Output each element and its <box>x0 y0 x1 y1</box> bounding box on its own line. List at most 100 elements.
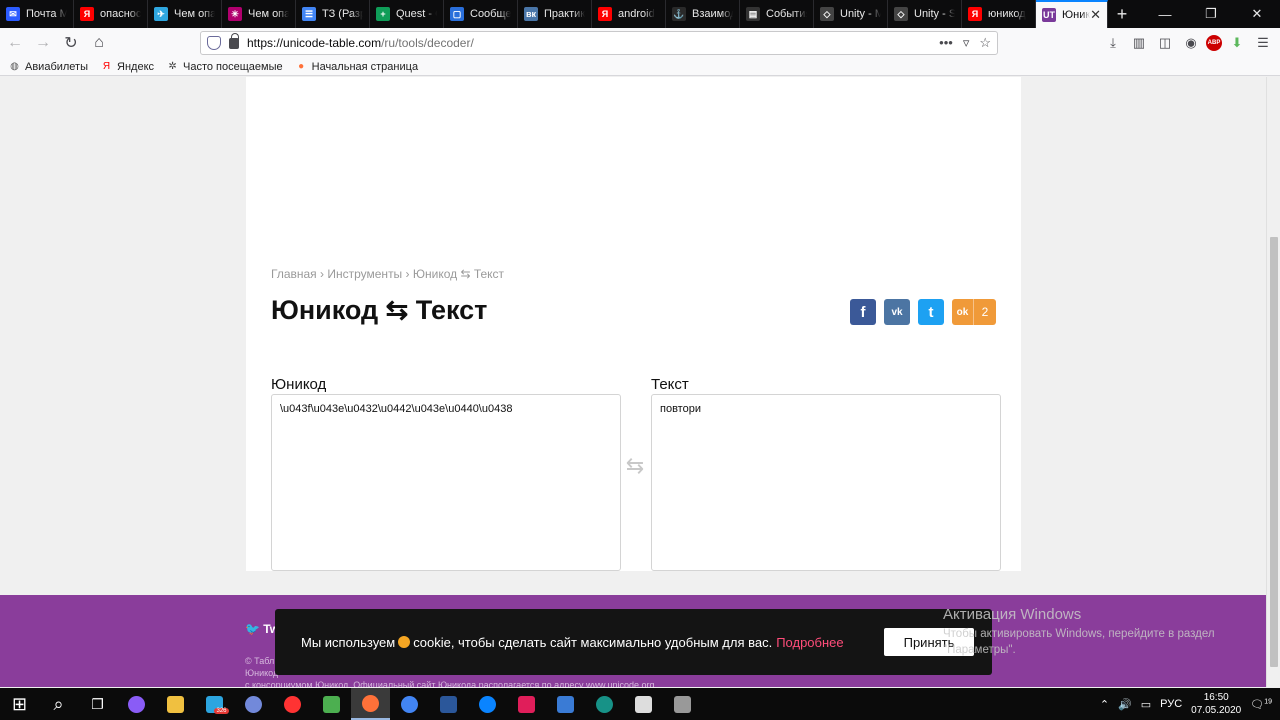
breadcrumb-separator: › <box>402 267 413 281</box>
network-icon[interactable]: ▭ <box>1141 698 1151 711</box>
page-actions-menu-icon[interactable]: ••• <box>939 35 953 51</box>
taskbar-word-icon[interactable] <box>429 688 468 720</box>
taskbar-firefox-icon[interactable] <box>351 688 390 720</box>
globe-icon: ◍ <box>10 61 19 72</box>
bookmark-item[interactable]: ● Начальная страница <box>295 60 418 73</box>
swap-icon[interactable]: ⇆ <box>622 453 648 478</box>
close-tab-icon[interactable]: ✕ <box>1090 7 1101 23</box>
footer-twitter-link[interactable]: 🐦 Tw <box>245 622 279 636</box>
facebook-share-button[interactable]: f <box>850 299 876 325</box>
browser-tab[interactable]: ⚓ Взаимоде <box>666 0 740 28</box>
browser-tab[interactable]: + Quest - G <box>370 0 444 28</box>
menu-icon[interactable]: ☰ <box>1252 31 1274 55</box>
browser-tab[interactable]: Яandroid <box>592 0 666 28</box>
tab-favicon-icon: ⚓ <box>672 7 686 21</box>
clock[interactable]: 16:50 07.05.2020 <box>1191 691 1241 717</box>
taskbar-yandex-icon[interactable] <box>273 688 312 720</box>
breadcrumb-item[interactable]: Инструменты <box>327 267 402 281</box>
new-tab-button[interactable]: + <box>1108 0 1136 28</box>
bookmark-label: Часто посещаемые <box>183 60 283 73</box>
account-icon[interactable]: ◉ <box>1180 31 1202 55</box>
bookmark-label: Яндекс <box>117 60 155 73</box>
minimize-button[interactable]: — <box>1142 0 1188 28</box>
downloads-icon[interactable]: ⤓ <box>1102 31 1124 55</box>
language-indicator[interactable]: РУС <box>1160 698 1182 710</box>
reload-button[interactable]: ↻ <box>58 30 84 56</box>
browser-tab[interactable]: ◇ Unity - S <box>888 0 962 28</box>
taskbar-start-icon[interactable]: ⊞ <box>0 688 39 720</box>
volume-icon[interactable]: 🔊 <box>1118 698 1132 711</box>
taskbar-search-icon[interactable]: ⌕ <box>39 688 78 720</box>
tab-favicon-icon: ▤ <box>746 7 760 21</box>
browser-tab[interactable]: Яюникод <box>962 0 1036 28</box>
browser-tab[interactable]: ✉ Почта Mail.ru <box>0 0 74 28</box>
browser-tab[interactable]: Яопасность <box>74 0 148 28</box>
tab-favicon-icon: ▢ <box>450 7 464 21</box>
tab-label: События <box>766 8 807 20</box>
tab-label: опасность <box>100 8 141 20</box>
vk-share-button[interactable]: vk <box>884 299 910 325</box>
cookie-more-link[interactable]: Подробнее <box>776 635 843 650</box>
taskbar-cortana-icon[interactable] <box>117 688 156 720</box>
breadcrumb-item[interactable]: Главная <box>271 267 317 281</box>
taskbar-slack-icon[interactable] <box>507 688 546 720</box>
scrollbar-thumb[interactable] <box>1270 237 1278 667</box>
home-button[interactable]: ⌂ <box>86 30 112 56</box>
tray-overflow-icon[interactable]: ⌃ <box>1100 698 1109 711</box>
taskbar-chrome-icon[interactable] <box>390 688 429 720</box>
browser-tab-strip: ✉ Почта Mail.ru Яопасность ✈ Чем опасен ✳ Чем … <box>0 0 1280 28</box>
tab-favicon-icon: ◇ <box>820 7 834 21</box>
restore-button[interactable]: ❐ <box>1188 0 1234 28</box>
taskbar-explorer-icon[interactable] <box>156 688 195 720</box>
url-text[interactable]: https://unicode-table.com/ru/tools/decod… <box>247 36 474 50</box>
windows-activation-watermark: Активация Windows Чтобы активировать Win… <box>943 606 1215 656</box>
tracking-protection-icon[interactable] <box>207 36 221 50</box>
taskbar-gitkraken-icon[interactable] <box>585 688 624 720</box>
pocket-icon[interactable]: ▿ <box>963 35 970 51</box>
back-button[interactable]: ← <box>2 30 28 56</box>
tab-favicon-icon: ◇ <box>894 7 908 21</box>
lock-icon[interactable] <box>229 32 239 49</box>
odnoklassniki-share-button[interactable]: ok 2 <box>952 299 996 325</box>
page-scrollbar[interactable] <box>1266 77 1280 687</box>
browser-tab[interactable]: ✳ Чем опасен <box>222 0 296 28</box>
window-controls: — ❐ ✕ <box>1142 0 1280 28</box>
browser-tab[interactable]: вк Практика <box>518 0 592 28</box>
sidebar-icon[interactable]: ◫ <box>1154 31 1176 55</box>
bookmark-item[interactable]: ◍ Авиабилеты <box>8 60 88 73</box>
browser-tab[interactable]: ▢ Сообщения <box>444 0 518 28</box>
browser-tab[interactable]: ☰ ТЗ (Разр <box>296 0 370 28</box>
taskbar-other-icon[interactable] <box>663 688 702 720</box>
tab-label: ТЗ (Разр <box>322 8 363 20</box>
cookie-icon <box>398 635 411 648</box>
taskbar-unity-icon[interactable] <box>624 688 663 720</box>
notifications-icon[interactable]: 🗨19 <box>1250 698 1272 711</box>
tab-label: Unity - S <box>914 8 955 20</box>
browser-tab[interactable]: ◇ Unity - M <box>814 0 888 28</box>
twitter-share-button[interactable]: t <box>918 299 944 325</box>
address-bar[interactable]: https://unicode-table.com/ru/tools/decod… <box>200 31 998 55</box>
taskbar-telegram-icon[interactable]: 326 <box>195 688 234 720</box>
browser-tab[interactable]: ✈ Чем опасен <box>148 0 222 28</box>
taskbar-task-view-icon[interactable]: ❐ <box>78 688 117 720</box>
tab-favicon-icon: UT <box>1042 8 1056 22</box>
taskbar-network-app-icon[interactable] <box>546 688 585 720</box>
text-input[interactable] <box>651 394 1001 571</box>
odnoklassniki-icon: ok <box>952 299 974 325</box>
forward-button[interactable]: → <box>30 30 56 56</box>
taskbar-kaspersky-icon[interactable] <box>312 688 351 720</box>
close-window-button[interactable]: ✕ <box>1234 0 1280 28</box>
library-icon[interactable]: ▥ <box>1128 31 1150 55</box>
taskbar-firefox-dev-icon[interactable] <box>468 688 507 720</box>
cookie-text: Мы используем cookie, чтобы сделать сайт … <box>301 634 773 650</box>
bookmark-item[interactable]: Я Яндекс <box>100 60 154 73</box>
adblock-icon[interactable]: ABP <box>1206 35 1222 51</box>
bookmark-item[interactable]: ✲ Часто посещаемые <box>166 60 283 73</box>
browser-tab[interactable]: ▤ События <box>740 0 814 28</box>
bookmark-star-icon[interactable]: ☆ <box>979 35 991 51</box>
download-helper-icon[interactable]: ⬇ <box>1226 31 1248 55</box>
unicode-input[interactable] <box>271 394 621 571</box>
tab-favicon-icon: Я <box>598 7 612 21</box>
taskbar-discord-icon[interactable] <box>234 688 273 720</box>
browser-tab[interactable]: UT Юник ✕ <box>1036 0 1108 28</box>
